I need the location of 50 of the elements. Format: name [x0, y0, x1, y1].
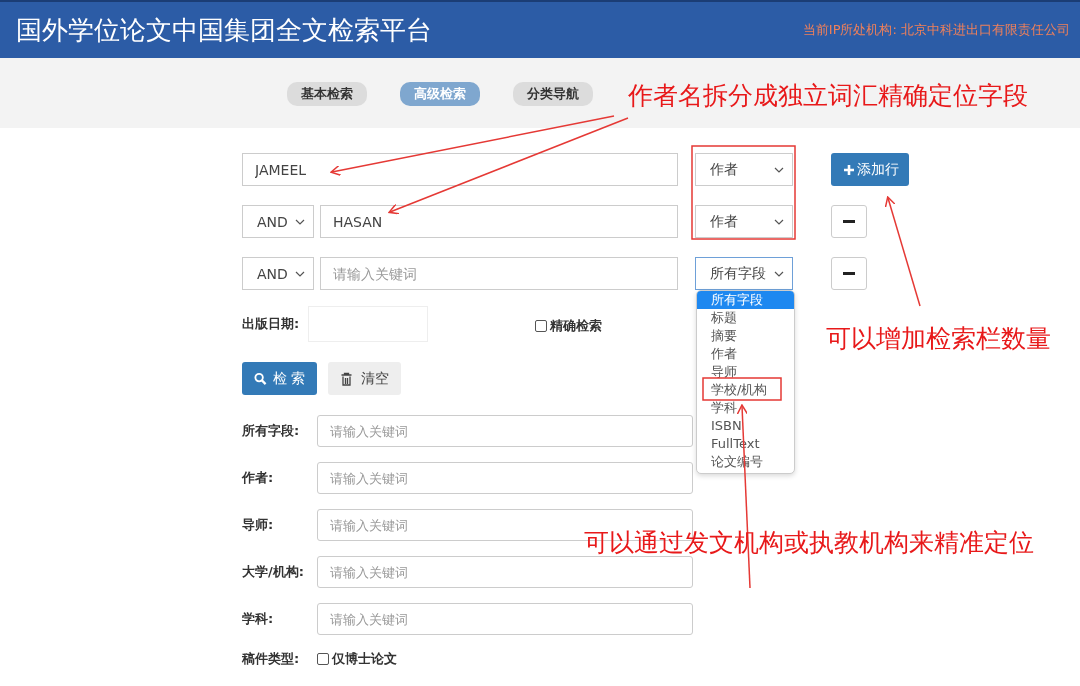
dropdown-option[interactable]: 所有字段 [697, 291, 794, 309]
dropdown-option[interactable]: 摘要 [697, 327, 794, 345]
search-button[interactable]: 检 索 [242, 362, 318, 395]
operator-select[interactable]: AND [242, 205, 314, 238]
dropdown-option[interactable]: 标题 [697, 309, 794, 327]
remove-row-button[interactable] [831, 257, 867, 290]
trash-icon [340, 371, 354, 386]
chevron-icon [774, 166, 784, 173]
field-select[interactable]: 所有字段 [695, 257, 793, 290]
keyword-input[interactable]: 请输入关键词 [317, 462, 693, 494]
field-label: 学科: [242, 610, 275, 628]
site-title: 国外学位论文中国集团全文检索平台 [16, 13, 432, 47]
remove-row-button[interactable] [831, 205, 867, 238]
add-row-button[interactable]: 添加行 [831, 153, 909, 186]
keyword-input[interactable]: 请输入关键词 [317, 603, 693, 635]
exact-search-checkbox[interactable]: 精确检索 [535, 317, 603, 335]
dropdown-option[interactable]: 学科 [697, 399, 794, 417]
keyword-input[interactable]: JAMEEL [242, 153, 678, 186]
plus-icon [843, 163, 855, 176]
keyword-input[interactable]: 请输入关键词 [320, 257, 678, 290]
minus-icon [843, 220, 855, 223]
chevron-icon [295, 218, 305, 225]
field-label: 所有字段: [242, 422, 301, 440]
type-label: 稿件类型: [242, 650, 301, 668]
minus-icon [843, 272, 855, 275]
dropdown-option[interactable]: 导师 [697, 363, 794, 381]
ip-info: 当前IP所处机构: 北京中科进出口有限责任公司 [802, 21, 1070, 39]
operator-select[interactable]: AND [242, 257, 314, 290]
dropdown-option[interactable]: 作者 [697, 345, 794, 363]
clear-button[interactable]: 清空 [328, 362, 402, 395]
dropdown-option[interactable]: ISBN [697, 417, 794, 435]
field-select[interactable]: 作者 [695, 205, 793, 238]
field-label: 作者: [242, 469, 275, 487]
keyword-input[interactable]: 请输入关键词 [317, 556, 693, 588]
search-icon [254, 371, 267, 386]
keyword-input[interactable]: 请输入关键词 [317, 415, 693, 447]
field-label: 大学/机构: [242, 563, 305, 581]
tab[interactable]: 基本检索 [287, 82, 367, 106]
phd-only-checkbox[interactable]: 仅博士论文 [317, 650, 397, 668]
field-label: 导师: [242, 516, 275, 534]
chevron-icon [295, 270, 305, 277]
field-select[interactable]: 作者 [695, 153, 793, 186]
tab[interactable]: 分类导航 [513, 82, 593, 106]
date-label: 出版日期: [242, 315, 300, 333]
chevron-icon [774, 218, 784, 225]
keyword-input[interactable]: HASAN [320, 205, 678, 238]
annotation: 作者名拆分成独立词汇精确定位字段 [628, 80, 1028, 112]
annotation: 可以增加检索栏数量 [826, 323, 1051, 355]
chevron-icon [774, 270, 784, 277]
dropdown-option[interactable]: 学校/机构 [697, 381, 794, 399]
